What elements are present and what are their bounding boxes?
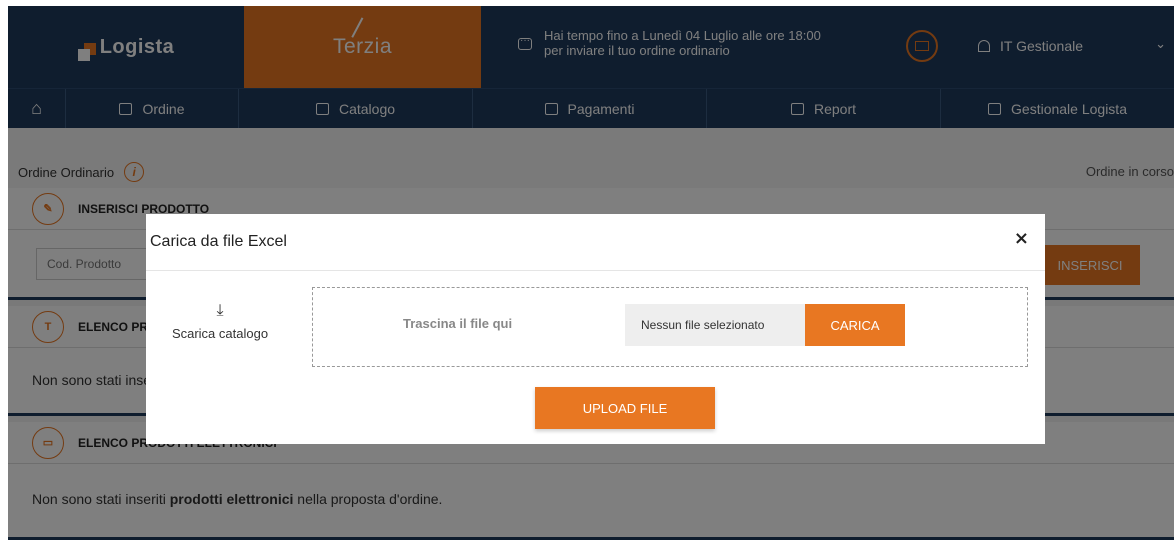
upload-file-button[interactable]: UPLOAD FILE	[535, 387, 715, 429]
modal-title: Carica da file Excel	[150, 233, 287, 250]
file-dropzone[interactable]: Trascina il file qui Nessun file selezio…	[312, 287, 1028, 367]
dropzone-label: Trascina il file qui	[403, 316, 513, 331]
modal-divider	[146, 270, 1045, 271]
download-catalog-label: Scarica catalogo	[171, 326, 269, 341]
close-icon[interactable]: ×	[1014, 228, 1029, 249]
browse-file-button[interactable]: CARICA	[805, 304, 905, 346]
excel-upload-modal: Carica da file Excel × ⤓ Scarica catalog…	[146, 214, 1045, 444]
download-icon: ⤓	[216, 302, 224, 319]
download-catalog-link[interactable]: ⤓ Scarica catalogo	[170, 302, 270, 341]
selected-file-field[interactable]: Nessun file selezionato	[625, 304, 805, 346]
